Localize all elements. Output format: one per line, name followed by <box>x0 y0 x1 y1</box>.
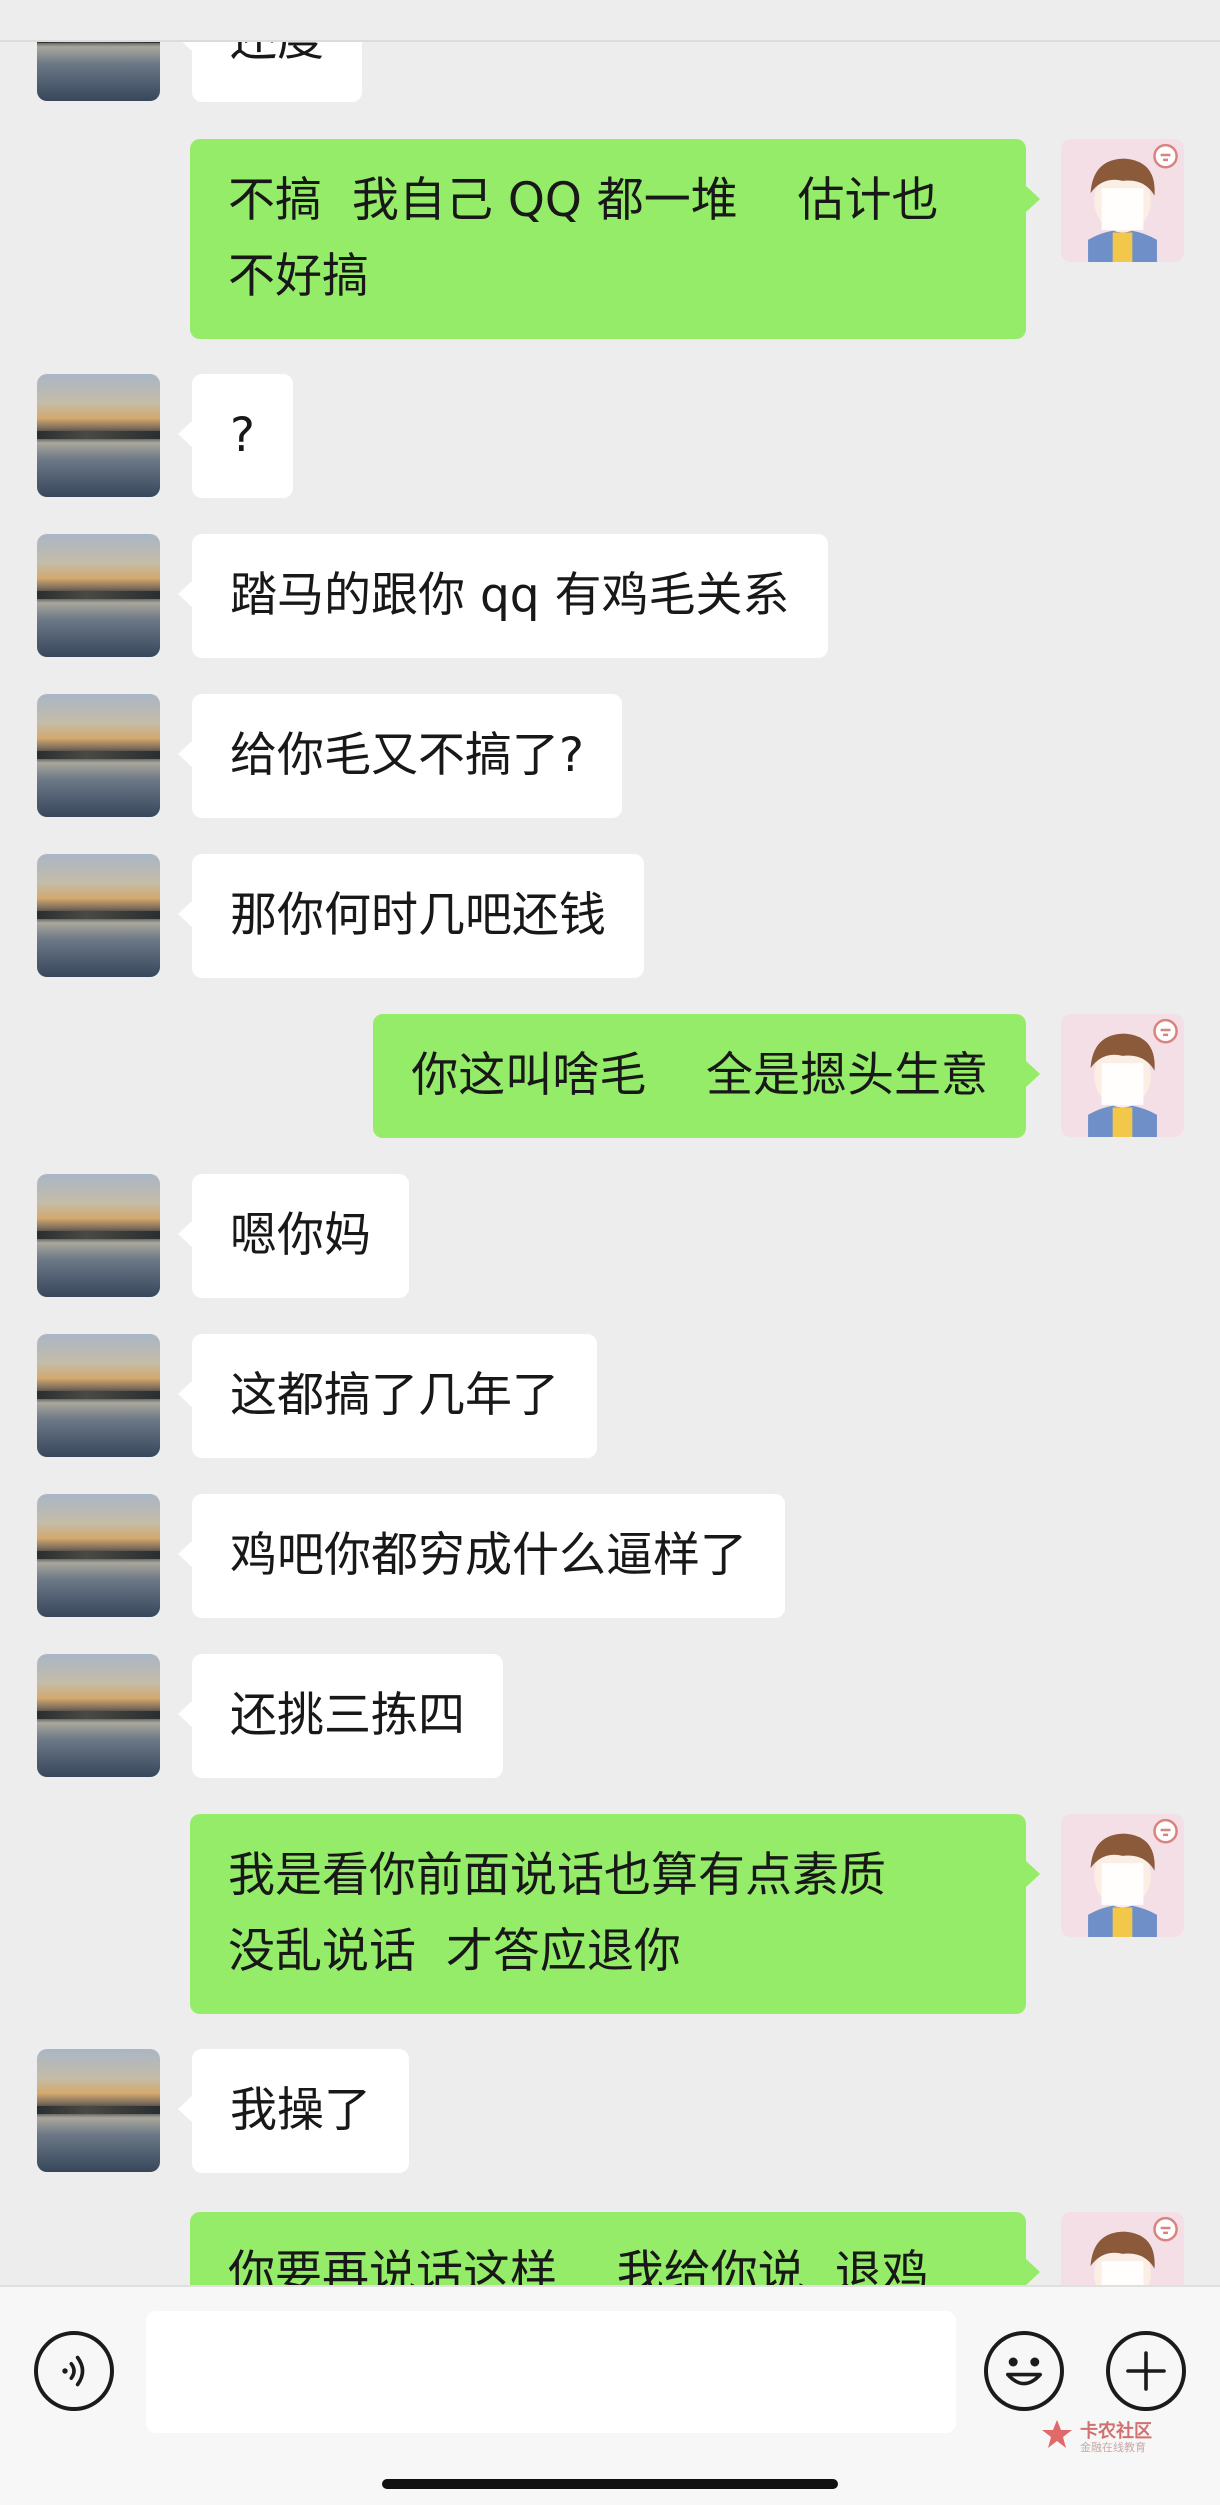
incoming-message-bubble[interactable]: 我操了 <box>178 2049 409 2173</box>
emoji-icon[interactable] <box>984 2331 1064 2411</box>
watermark-star-icon <box>1042 2420 1072 2448</box>
self-avatar[interactable] <box>1061 1014 1184 1137</box>
contact-avatar[interactable] <box>37 534 160 657</box>
contact-avatar[interactable] <box>37 694 160 817</box>
outgoing-message-bubble[interactable]: 你这叫啥毛 全是摁头生意 <box>373 1014 1040 1138</box>
incoming-message-bubble[interactable]: 还挑三拣四 <box>178 1654 503 1778</box>
contact-avatar[interactable] <box>37 1494 160 1617</box>
outgoing-message-bubble[interactable]: 不搞 我自己 QQ 都一堆 估计也 不好搞 <box>190 139 1040 339</box>
chat-message-list[interactable]: 还度 不搞 我自己 QQ 都一堆 估计也 不好搞 ? 踏马的跟你 qq 有鸡毛关… <box>0 0 1220 2285</box>
contact-avatar[interactable] <box>37 854 160 977</box>
cartoon-boy-icon <box>1061 1814 1184 1937</box>
incoming-message-bubble[interactable]: 那你何时几吧还钱 <box>178 854 644 978</box>
incoming-message-bubble[interactable]: 这都搞了几年了 <box>178 1334 597 1458</box>
home-indicator <box>382 2479 838 2489</box>
incoming-message-bubble[interactable]: 鸡吧你都穷成什么逼样了 <box>178 1494 785 1618</box>
self-avatar[interactable] <box>1061 2212 1184 2285</box>
contact-avatar[interactable] <box>37 1654 160 1777</box>
incoming-message-bubble[interactable]: 踏马的跟你 qq 有鸡毛关系 <box>178 534 828 658</box>
watermark-logo: 卡农社区 金融在线教育 <box>1040 2417 1210 2461</box>
incoming-message-bubble[interactable]: 给你毛又不搞了? <box>178 694 622 818</box>
contact-avatar[interactable] <box>37 1334 160 1457</box>
chat-input-bar: 卡农社区 金融在线教育 <box>0 2285 1220 2505</box>
self-avatar[interactable] <box>1061 139 1184 262</box>
contact-avatar[interactable] <box>37 374 160 497</box>
plus-icon[interactable] <box>1106 2331 1186 2411</box>
voice-icon[interactable] <box>34 2331 114 2411</box>
contact-avatar[interactable] <box>37 2049 160 2172</box>
message-input[interactable] <box>146 2311 956 2433</box>
incoming-message-bubble[interactable]: 嗯你妈 <box>178 1174 409 1298</box>
cartoon-boy-icon <box>1061 2212 1184 2285</box>
watermark-subtext: 金融在线教育 <box>1080 2441 1146 2454</box>
cartoon-boy-icon <box>1061 1014 1184 1137</box>
cartoon-boy-icon <box>1061 139 1184 262</box>
top-status-bar <box>0 0 1220 42</box>
outgoing-message-bubble[interactable]: 你要再说话这样 我给你说 退鸡 <box>190 2212 1040 2285</box>
self-avatar[interactable] <box>1061 1814 1184 1937</box>
incoming-message-bubble[interactable]: ? <box>178 374 293 498</box>
outgoing-message-bubble[interactable]: 我是看你前面说话也算有点素质 没乱说话 才答应退你 <box>190 1814 1040 2014</box>
contact-avatar[interactable] <box>37 1174 160 1297</box>
